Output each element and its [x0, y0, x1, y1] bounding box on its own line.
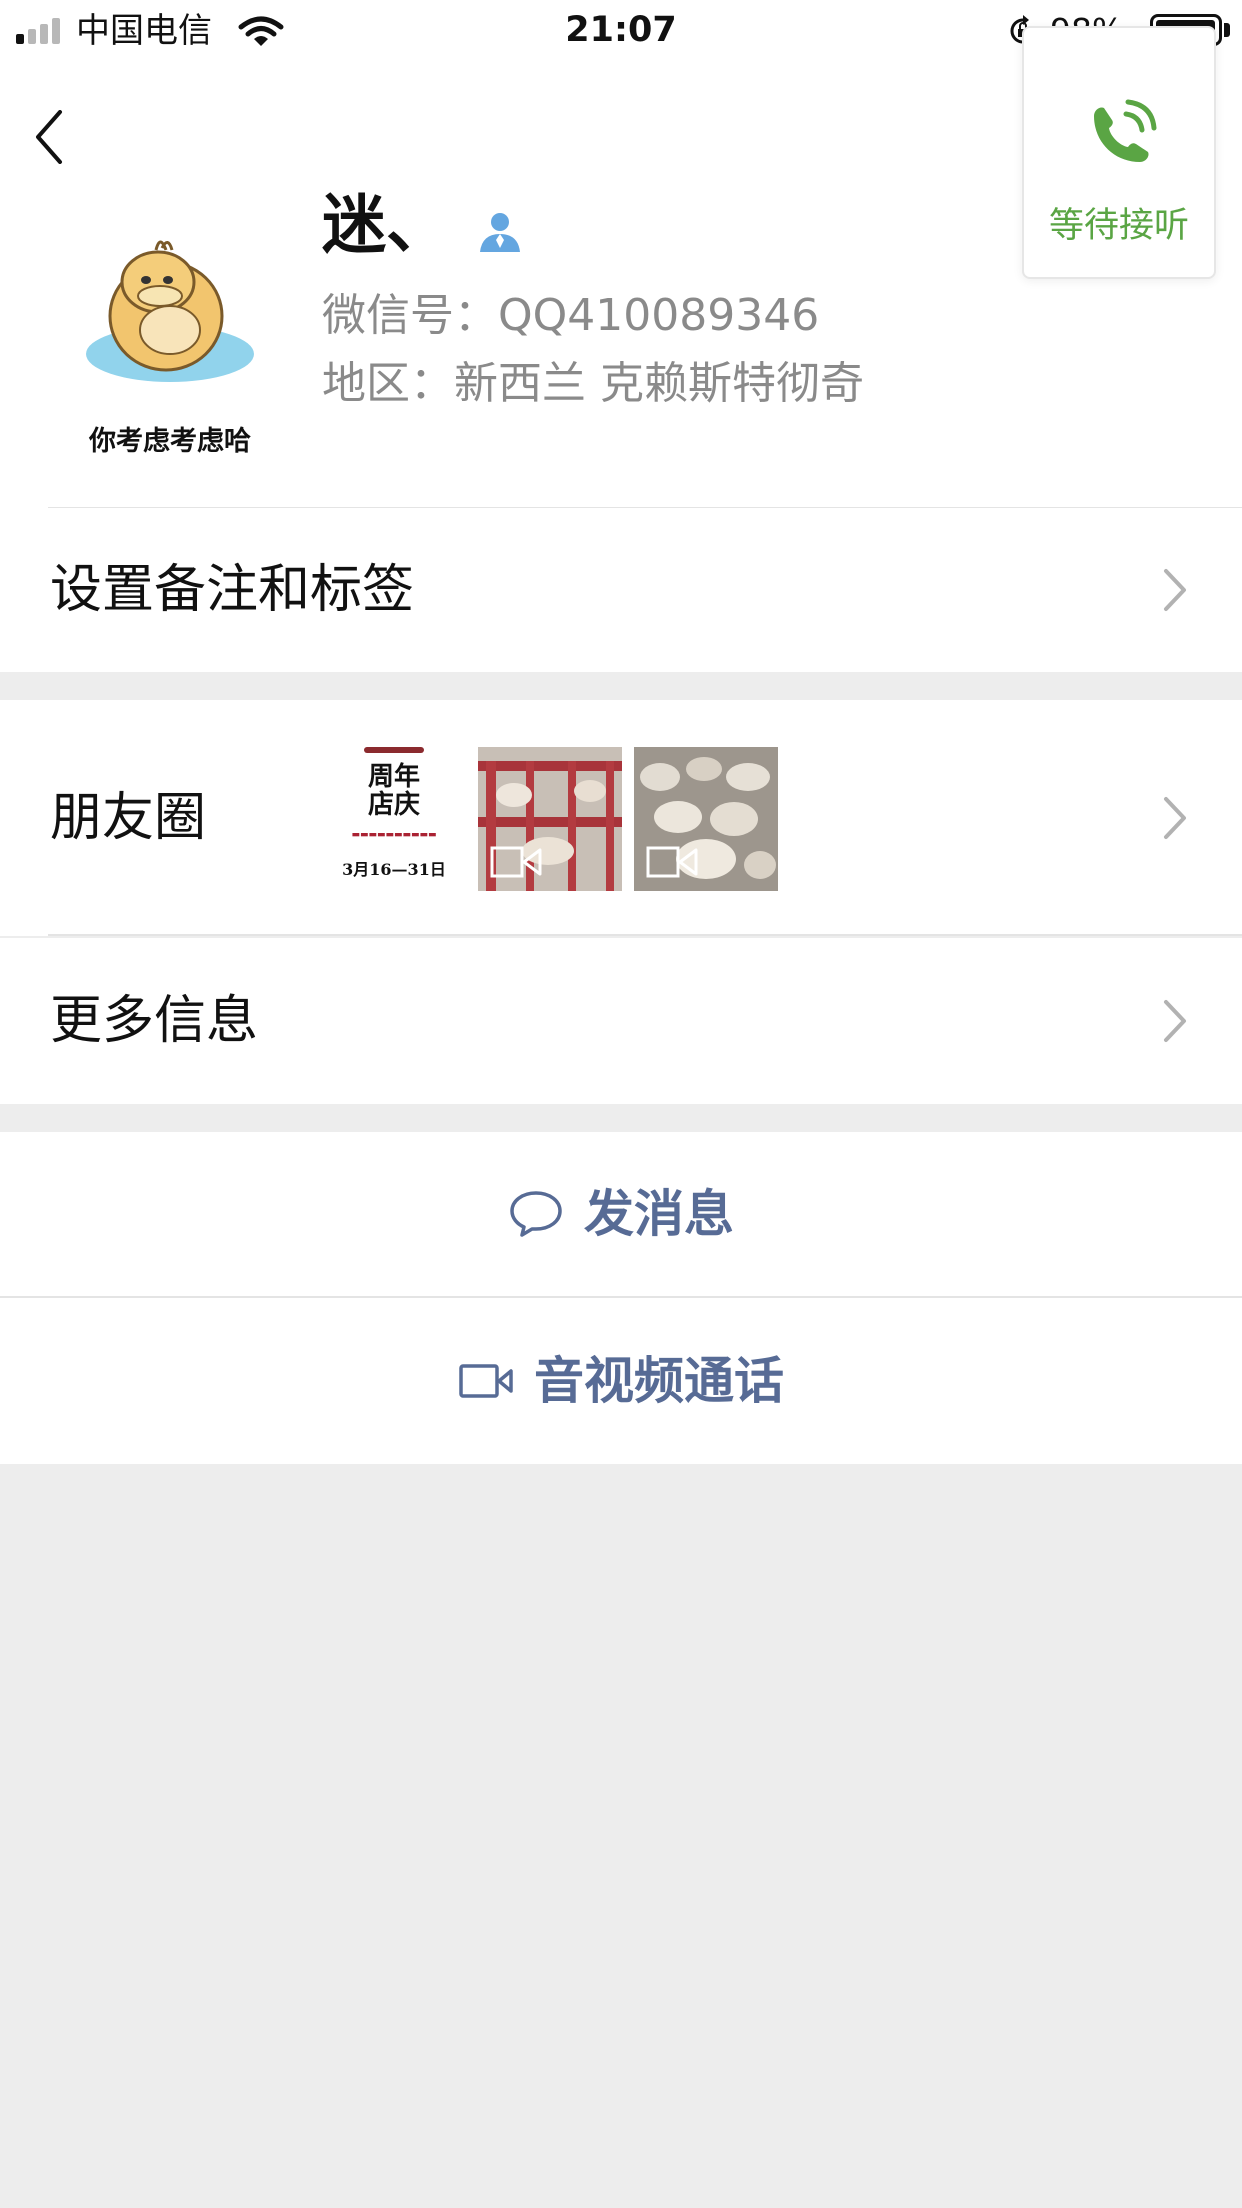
- set-remark-and-tags-row[interactable]: 设置备注和标签: [0, 508, 1242, 672]
- moments-thumbnail-video[interactable]: [634, 747, 778, 891]
- chevron-right-icon: [1164, 569, 1186, 611]
- wechat-id-label: 微信号：: [322, 290, 498, 341]
- wechat-id: 微信号：QQ410089346: [322, 288, 819, 344]
- region: 地区：新西兰 克赖斯特彻奇: [322, 356, 864, 412]
- phone-icon: [1094, 99, 1157, 162]
- region-label: 地区：: [322, 358, 454, 409]
- poster-title-line2: 店庆: [367, 790, 420, 820]
- poster-date: 3月16—31日: [342, 860, 446, 879]
- chat-bubble-icon: [510, 1191, 562, 1237]
- contact-person-icon: [480, 213, 520, 252]
- wechat-id-value: QQ410089346: [498, 290, 820, 341]
- send-message-content: 发消息: [0, 1132, 1242, 1296]
- chevron-right-icon: [1164, 797, 1186, 839]
- more-info-label: 更多信息: [50, 991, 259, 1051]
- battery-tip: [1224, 23, 1230, 37]
- back-button[interactable]: [34, 92, 94, 182]
- video-call-icon: [459, 1364, 513, 1398]
- av-call-content: 音视频通话: [0, 1298, 1242, 1464]
- divider: [48, 934, 1242, 936]
- video-icon: [490, 846, 542, 878]
- video-icon: [646, 846, 698, 878]
- moments-label: 朋友圈: [50, 788, 207, 848]
- av-call-label: 音视频通话: [534, 1352, 784, 1410]
- avatar-caption: 你考虑考虑哈: [88, 426, 251, 457]
- poster-fine-print: ▬▬▬▬▬▬▬▬▬▬: [351, 830, 437, 840]
- chevron-right-icon: [1164, 1000, 1186, 1042]
- more-info-row[interactable]: 更多信息: [0, 938, 1242, 1104]
- moments-thumbnail[interactable]: 周年 店庆 ▬▬▬▬▬▬▬▬▬▬ 3月16—31日: [322, 747, 466, 891]
- poster-ornament: [364, 747, 424, 753]
- send-message-button[interactable]: 发消息: [0, 1132, 1242, 1296]
- contact-nickname: 迷、: [322, 189, 450, 263]
- region-value: 新西兰 克赖斯特彻奇: [454, 358, 864, 409]
- moments-row[interactable]: 朋友圈 周年 店庆 ▬▬▬▬▬▬▬▬▬▬ 3月16—31日: [0, 700, 1242, 936]
- avatar[interactable]: 你考虑考虑哈: [70, 204, 270, 464]
- chevron-left-icon: [36, 110, 62, 164]
- poster-title: 周年 店庆: [322, 763, 466, 819]
- set-remark-and-tags-label: 设置备注和标签: [50, 560, 415, 620]
- waiting-call-card[interactable]: 等待接听: [1022, 26, 1216, 279]
- poster-title-line1: 周年: [367, 762, 420, 792]
- moments-thumbnail-video[interactable]: [478, 747, 622, 891]
- send-message-label: 发消息: [584, 1185, 734, 1243]
- moments-thumbnails: 周年 店庆 ▬▬▬▬▬▬▬▬▬▬ 3月16—31日: [322, 747, 778, 891]
- contact-profile-screen: 中国电信 21:07 98%: [0, 0, 1242, 2208]
- waiting-call-label: 等待接听: [1048, 206, 1189, 246]
- av-call-button[interactable]: 音视频通话: [0, 1298, 1242, 1464]
